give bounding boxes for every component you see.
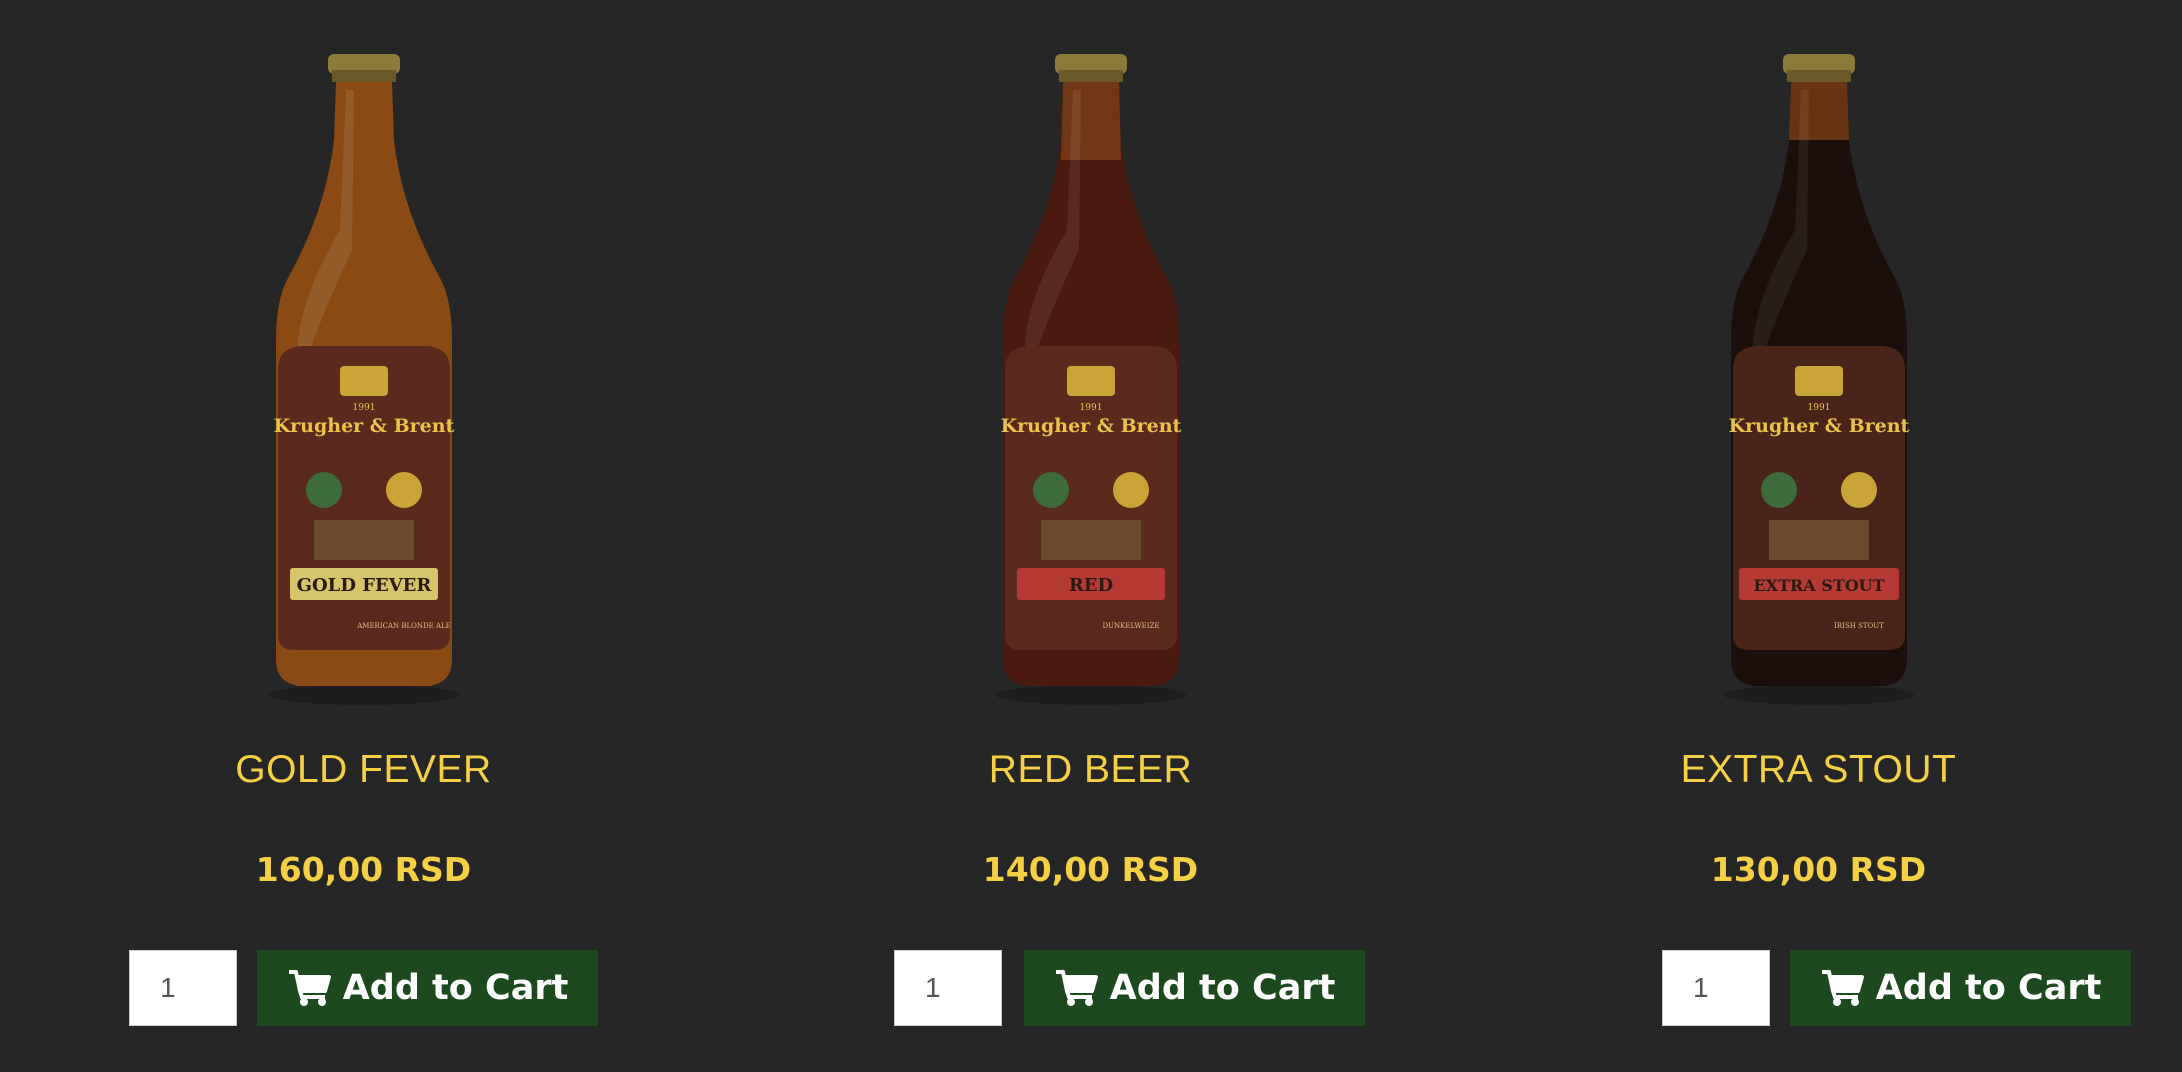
beer-bottle-image: 1991 Krugher & Brent RED DUNKELWEIZE (995, 54, 1186, 705)
label-style-text: IRISH STOUT (1834, 622, 1884, 630)
label-brand: Krugher & Brent (1000, 415, 1181, 437)
label-brand: Krugher & Brent (273, 415, 454, 437)
product-price: 140,00 RSD (982, 850, 1199, 889)
add-to-cart-label: Add to Cart (342, 968, 569, 1008)
add-to-cart-label: Add to Cart (1109, 968, 1336, 1008)
label-banner-text: RED (1068, 575, 1112, 596)
add-to-cart-button[interactable]: Add to Cart (257, 950, 598, 1026)
beer-bottle-image: 1991 Krugher & Brent EXTRA STOUT IRISH S… (1723, 54, 1914, 705)
beer-bottle-image: 1991 Krugher & Brent GOLD FEVER AMERICAN… (268, 54, 459, 705)
label-style-text: AMERICAN BLONDE ALE (356, 622, 451, 630)
product-image[interactable]: 1991 Krugher & Brent EXTRA STOUT IRISH S… (1709, 50, 1929, 710)
product-name[interactable]: GOLD FEVER (0, 748, 727, 792)
label-year: 1991 (1079, 403, 1102, 413)
product-card: 1991 Krugher & Brent EXTRA STOUT IRISH S… (1455, 0, 2182, 1072)
add-to-cart-button[interactable]: Add to Cart (1790, 950, 2131, 1026)
product-image[interactable]: 1991 Krugher & Brent RED DUNKELWEIZE (981, 50, 1201, 710)
add-to-cart-button[interactable]: Add to Cart (1024, 950, 1365, 1026)
label-banner-text: EXTRA STOUT (1753, 576, 1884, 595)
label-brand: Krugher & Brent (1728, 415, 1909, 437)
shopping-cart-icon (1054, 969, 1098, 1007)
product-card: 1991 Krugher & Brent GOLD FEVER AMERICAN… (0, 0, 727, 1072)
label-year: 1991 (352, 403, 375, 413)
product-image[interactable]: 1991 Krugher & Brent GOLD FEVER AMERICAN… (254, 50, 474, 710)
product-card: 1991 Krugher & Brent RED DUNKELWEIZE RED… (727, 0, 1454, 1072)
product-name[interactable]: RED BEER (727, 748, 1454, 792)
quantity-input[interactable]: 1 (1662, 950, 1770, 1026)
product-grid: 1991 Krugher & Brent GOLD FEVER AMERICAN… (0, 0, 2182, 1072)
shopping-cart-icon (287, 969, 331, 1007)
shopping-cart-icon (1820, 969, 1864, 1007)
quantity-input[interactable]: 1 (894, 950, 1002, 1026)
label-banner-text: GOLD FEVER (296, 575, 432, 596)
label-year: 1991 (1807, 403, 1830, 413)
product-price: 130,00 RSD (1710, 850, 1927, 889)
product-name[interactable]: EXTRA STOUT (1455, 748, 2182, 792)
product-price: 160,00 RSD (255, 850, 472, 889)
quantity-input[interactable]: 1 (129, 950, 237, 1026)
label-style-text: DUNKELWEIZE (1102, 622, 1159, 630)
add-to-cart-label: Add to Cart (1875, 968, 2102, 1008)
